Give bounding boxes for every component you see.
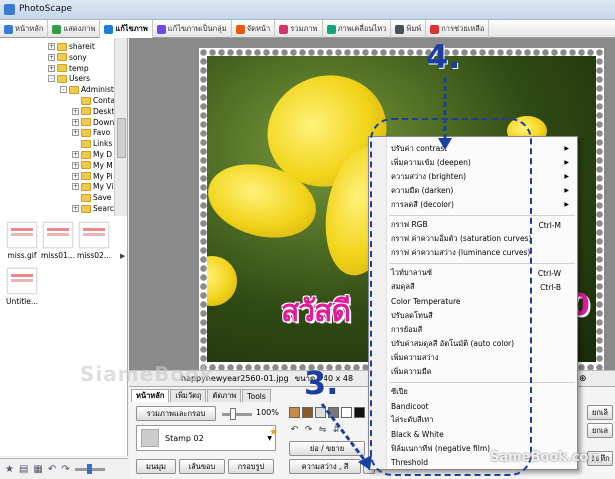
siamebook-watermark: SiameBook	[80, 362, 215, 386]
arrow-line-step-3	[320, 403, 368, 463]
samebook-logo: SameBook.com	[490, 450, 603, 465]
callout-arrows	[320, 78, 452, 470]
arrow-head-step-3	[358, 455, 372, 470]
arrow-head-step-4	[438, 138, 452, 150]
